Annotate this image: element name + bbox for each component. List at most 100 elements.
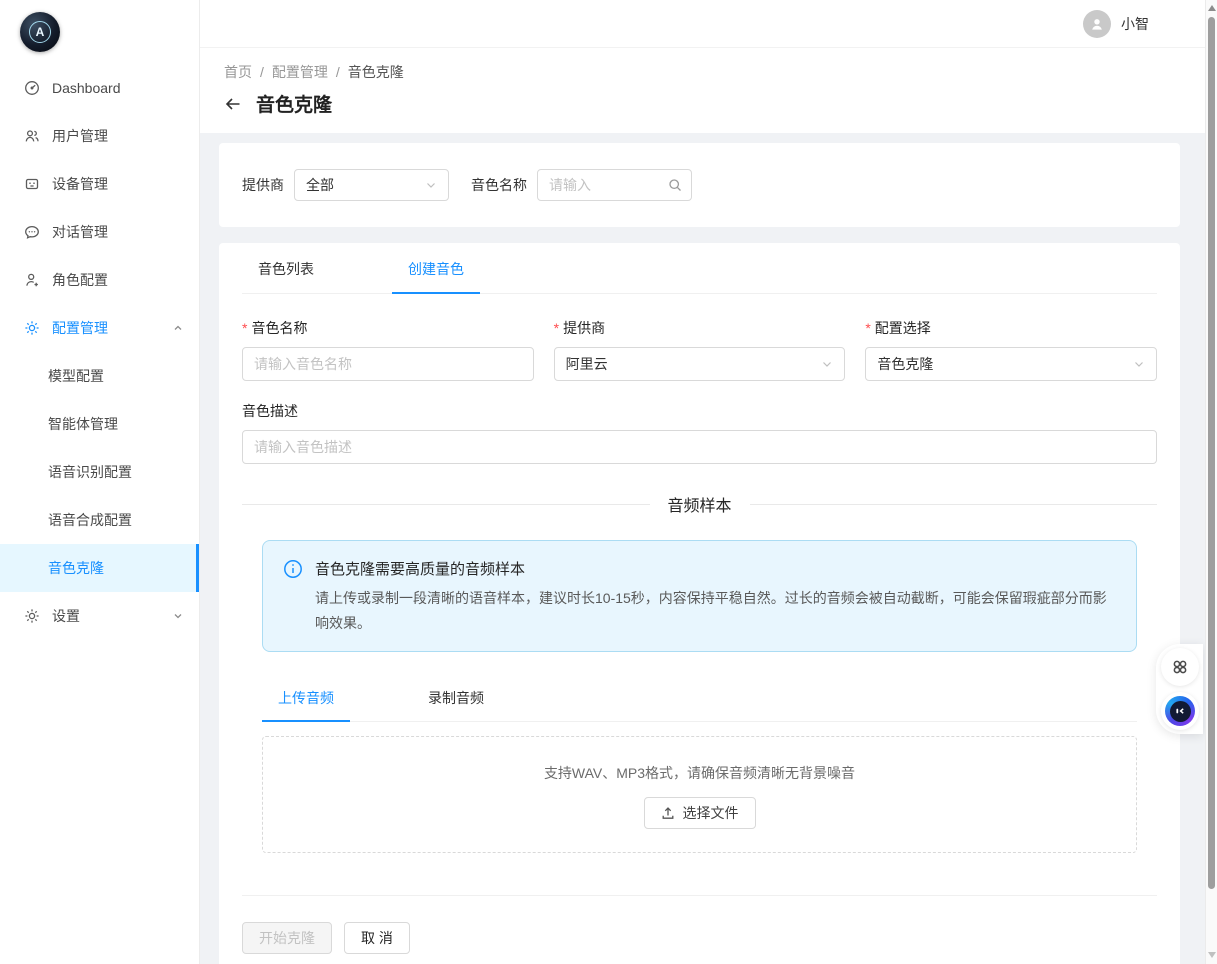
upload-hint: 支持WAV、MP3格式，请确保音频清晰无背景噪音: [263, 763, 1136, 783]
form-actions: 开始克隆 取 消: [242, 895, 1157, 954]
app-logo[interactable]: A: [0, 0, 199, 64]
audio-sample-section: 音色克隆需要高质量的音频样本 请上传或录制一段清晰的语音样本，建议时长10-15…: [242, 540, 1157, 853]
sidebar-subitem-model-config[interactable]: 模型配置: [0, 352, 199, 400]
page-header: 首页 / 配置管理 / 音色克隆 音色克隆: [200, 48, 1205, 133]
upload-dropzone[interactable]: 支持WAV、MP3格式，请确保音频清晰无背景噪音 选择文件: [262, 736, 1137, 853]
provider-select[interactable]: 阿里云: [554, 347, 846, 381]
topbar: 小智: [200, 0, 1205, 48]
required-mark: *: [242, 320, 247, 336]
search-icon[interactable]: [668, 178, 682, 192]
robot-assistant-icon: [1165, 696, 1195, 726]
scrollbar-thumb[interactable]: [1208, 17, 1215, 889]
sidebar-item-label: 对话管理: [52, 222, 108, 242]
sidebar-subitem-label: 智能体管理: [48, 414, 118, 434]
tab-upload-audio[interactable]: 上传音频: [262, 674, 350, 722]
sidebar-subitem-agent-management[interactable]: 智能体管理: [0, 400, 199, 448]
page-title: 音色克隆: [256, 90, 332, 117]
gear-icon: [24, 320, 40, 336]
chat-icon: [24, 224, 40, 240]
voice-name-search-input[interactable]: [549, 177, 668, 193]
sidebar-item-dashboard[interactable]: Dashboard: [0, 64, 199, 112]
chevron-down-icon: [173, 611, 183, 621]
config-value: 音色克隆: [877, 354, 933, 374]
user-name: 小智: [1121, 14, 1149, 34]
logo-letter: A: [29, 21, 51, 43]
voice-name-input[interactable]: [242, 347, 534, 381]
sidebar-subitem-asr-config[interactable]: 语音识别配置: [0, 448, 199, 496]
provider-label: 提供商: [563, 320, 605, 336]
chevron-down-icon: [425, 179, 437, 191]
chevron-down-icon: [821, 358, 833, 370]
ai-assistant-button[interactable]: [1161, 692, 1199, 730]
breadcrumb-home[interactable]: 首页: [224, 62, 252, 82]
provider-value: 阿里云: [566, 354, 608, 374]
tab-record-audio[interactable]: 录制音频: [412, 674, 500, 722]
alert-body: 请上传或录制一段清晰的语音样本，建议时长10-15秒，内容保持平稳自然。过长的音…: [315, 586, 1116, 636]
sidebar-item-label: 用户管理: [52, 126, 108, 146]
sidebar-item-user-management[interactable]: 用户管理: [0, 112, 199, 160]
choose-file-label: 选择文件: [683, 803, 739, 823]
breadcrumb: 首页 / 配置管理 / 音色克隆: [224, 62, 1181, 82]
dashboard-icon: [24, 80, 40, 96]
scrollbar: [1205, 0, 1217, 964]
tab-create-voice[interactable]: 创建音色: [392, 243, 480, 294]
sidebar-item-device-management[interactable]: 设备管理: [0, 160, 199, 208]
filter-bar: 提供商 全部 音色名称: [219, 143, 1180, 227]
upload-icon: [661, 806, 675, 820]
breadcrumb-config-management[interactable]: 配置管理: [272, 62, 328, 82]
user-avatar-icon: [1083, 10, 1111, 38]
start-clone-button[interactable]: 开始克隆: [242, 922, 332, 954]
sidebar-item-label: 配置管理: [52, 318, 108, 338]
scrollbar-up-arrow[interactable]: [1208, 5, 1216, 11]
audio-source-tabs: 上传音频 录制音频: [262, 674, 1137, 722]
voice-name-filter-label: 音色名称: [471, 175, 527, 195]
logo-circle: A: [20, 12, 60, 52]
back-arrow-icon[interactable]: [224, 95, 242, 113]
floating-toolbar: [1156, 644, 1203, 734]
sidebar: A Dashboard 用户管理 设备管理: [0, 0, 200, 964]
chevron-down-icon: [1133, 358, 1145, 370]
voice-name-field: *音色名称: [242, 318, 534, 381]
description-input[interactable]: [242, 430, 1157, 464]
voice-clone-panel: 音色列表 创建音色 *音色名称 *提供商 阿里云: [219, 243, 1180, 964]
provider-filter-value: 全部: [306, 175, 334, 195]
sidebar-item-label: Dashboard: [52, 80, 121, 96]
sidebar-subitem-voice-clone[interactable]: 音色克隆: [0, 544, 199, 592]
main-area: 小智 首页 / 配置管理 / 音色克隆 音色克隆 提供商 全部: [200, 0, 1205, 964]
voice-name-label: 音色名称: [251, 320, 307, 336]
sidebar-item-label: 设置: [52, 606, 80, 626]
provider-filter-label: 提供商: [242, 175, 284, 195]
config-select[interactable]: 音色克隆: [865, 347, 1157, 381]
sidebar-item-label: 角色配置: [52, 270, 108, 290]
scrollbar-down-arrow[interactable]: [1208, 952, 1216, 958]
tab-voice-list[interactable]: 音色列表: [242, 243, 330, 294]
choose-file-button[interactable]: 选择文件: [644, 797, 756, 829]
sidebar-item-label: 设备管理: [52, 174, 108, 194]
sidebar-item-settings[interactable]: 设置: [0, 592, 199, 640]
description-label: 音色描述: [242, 403, 298, 419]
config-label: 配置选择: [875, 320, 931, 336]
create-voice-form-row: *音色名称 *提供商 阿里云: [242, 318, 1157, 381]
sidebar-subitem-tts-config[interactable]: 语音合成配置: [0, 496, 199, 544]
required-mark: *: [554, 320, 559, 336]
user-add-icon: [24, 272, 40, 288]
voice-name-search-field: [537, 169, 692, 201]
provider-filter-select[interactable]: 全部: [294, 169, 449, 201]
audio-sample-divider: 音频样本: [242, 492, 1157, 516]
panel-tabs: 音色列表 创建音色: [242, 243, 1157, 294]
sidebar-subitem-label: 语音合成配置: [48, 510, 132, 530]
breadcrumb-separator: /: [260, 64, 264, 80]
sidebar-subitem-label: 语音识别配置: [48, 462, 132, 482]
sidebar-item-conversation-management[interactable]: 对话管理: [0, 208, 199, 256]
chevron-up-icon: [173, 323, 183, 333]
provider-field: *提供商 阿里云: [554, 318, 846, 381]
quick-actions-button[interactable]: [1161, 648, 1199, 686]
cancel-button[interactable]: 取 消: [344, 922, 410, 954]
sidebar-item-config-management[interactable]: 配置管理: [0, 304, 199, 352]
breadcrumb-separator: /: [336, 64, 340, 80]
required-mark: *: [865, 320, 870, 336]
info-alert: 音色克隆需要高质量的音频样本 请上传或录制一段清晰的语音样本，建议时长10-15…: [262, 540, 1137, 652]
user-menu[interactable]: 小智: [1083, 10, 1149, 38]
users-icon: [24, 128, 40, 144]
sidebar-item-role-config[interactable]: 角色配置: [0, 256, 199, 304]
